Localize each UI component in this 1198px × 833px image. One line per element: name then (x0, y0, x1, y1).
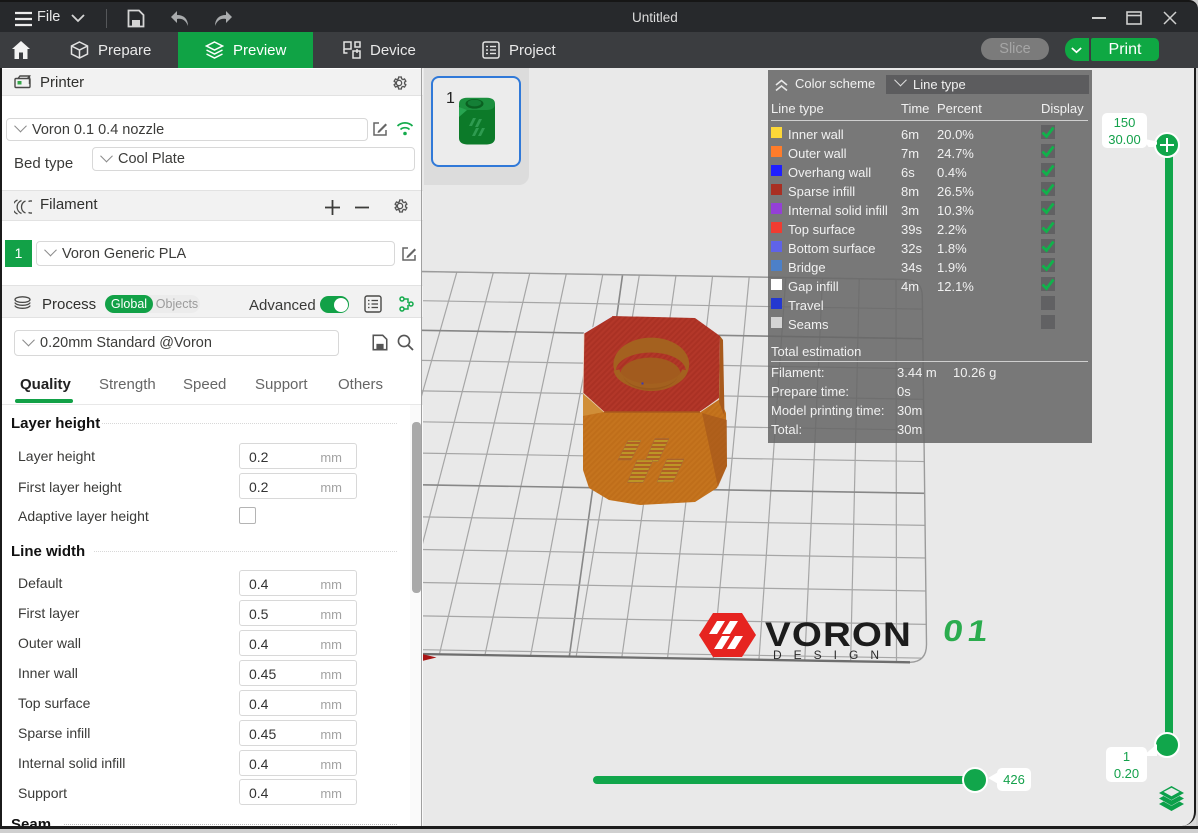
svg-text:01: 01 (941, 614, 995, 648)
svg-text:DESIGN: DESIGN (773, 648, 891, 662)
